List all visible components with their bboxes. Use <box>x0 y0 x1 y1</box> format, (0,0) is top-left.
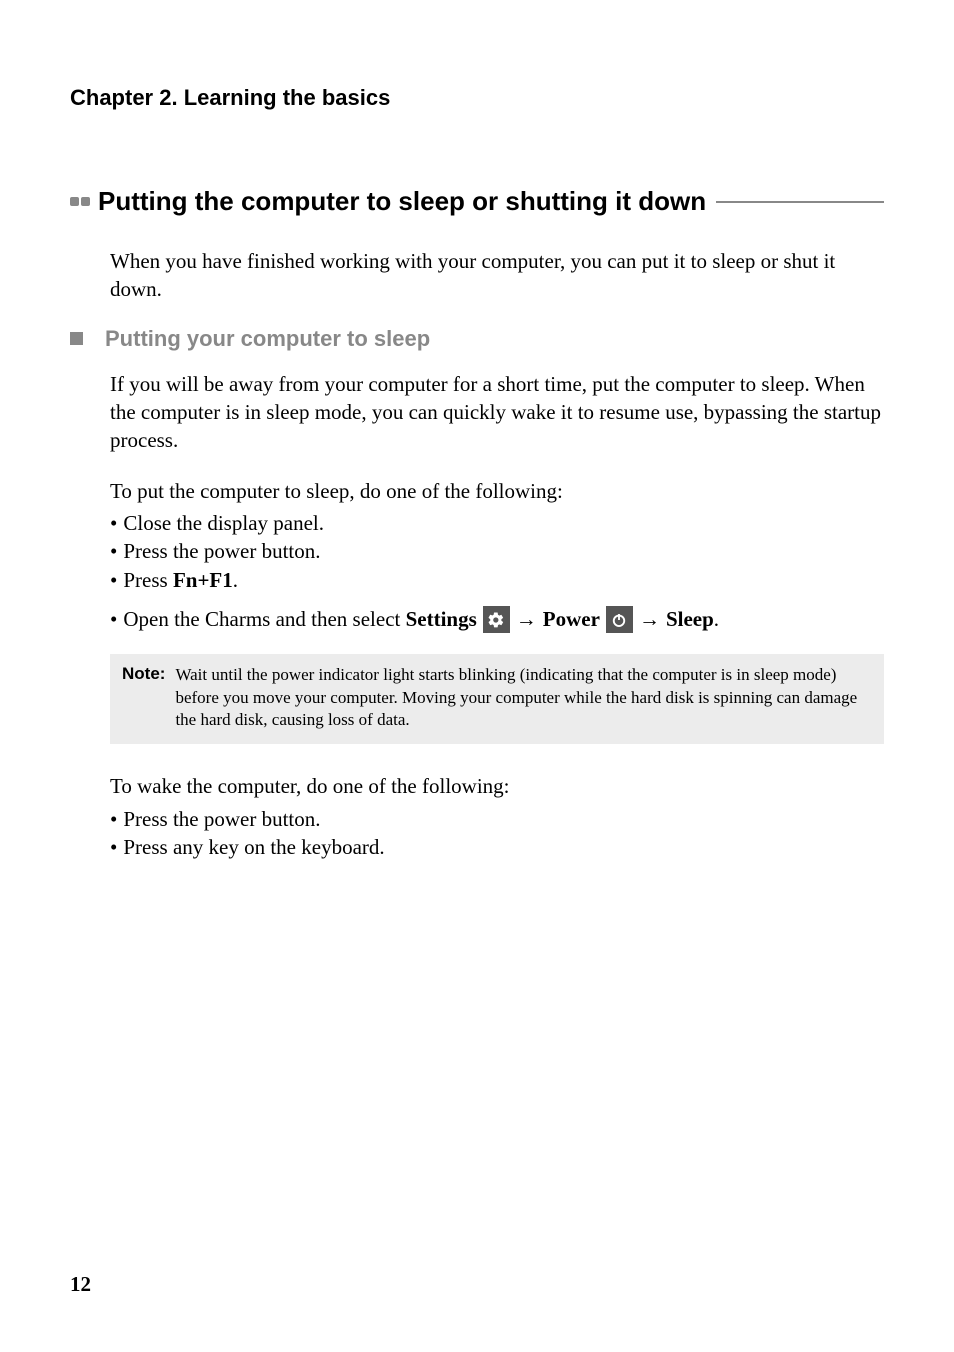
wake-instruction-lead: To wake the computer, do one of the foll… <box>110 772 884 800</box>
note-text: Wait until the power indicator light sta… <box>175 664 872 733</box>
bullet-icon: • <box>110 537 117 565</box>
note-box: Note: Wait until the power indicator lig… <box>110 654 884 745</box>
list-item-text: Press the power button. <box>123 537 320 565</box>
bullet-icon: • <box>110 604 117 636</box>
note-label: Note: <box>122 664 165 684</box>
text-fragment: . <box>714 607 719 631</box>
sub-heading: Putting your computer to sleep <box>105 326 430 352</box>
main-heading-row: Putting the computer to sleep or shuttin… <box>70 186 884 217</box>
heading-rule-icon <box>716 201 884 203</box>
intro-paragraph: When you have finished working with your… <box>110 247 884 304</box>
text-fragment: Sleep. <box>666 604 719 636</box>
square-bullet-icon <box>70 332 83 345</box>
sleep-paragraph: If you will be away from your computer f… <box>110 370 884 455</box>
text-fragment: Press <box>123 568 173 592</box>
list-item-text: Press any key on the keyboard. <box>123 833 384 861</box>
list-item-text: Press the power button. <box>123 805 320 833</box>
keyboard-shortcut: Fn+F1 <box>173 568 233 592</box>
gear-icon <box>483 606 510 633</box>
bullet-icon: • <box>110 833 117 861</box>
page-number: 12 <box>70 1272 91 1297</box>
sleep-label: Sleep <box>666 607 714 631</box>
list-item-text: Close the display panel. <box>123 509 324 537</box>
text-fragment: Open the Charms and then select Settings <box>123 604 476 636</box>
power-icon <box>606 606 633 633</box>
arrow-icon: → <box>516 604 537 636</box>
wake-bullet-list: • Press the power button. • Press any ke… <box>110 805 884 862</box>
text-fragment: . <box>233 568 238 592</box>
settings-label: Settings <box>406 607 477 631</box>
list-item: • Press any key on the keyboard. <box>110 833 884 861</box>
heading-bullets-icon <box>70 197 90 206</box>
bullet-icon: • <box>110 509 117 537</box>
list-item-text: Press Fn+F1. <box>123 566 238 594</box>
list-item: • Press Fn+F1. <box>110 566 884 594</box>
list-item: • Press the power button. <box>110 537 884 565</box>
chapter-header: Chapter 2. Learning the basics <box>70 85 884 111</box>
text-fragment: Open the Charms and then select <box>123 607 405 631</box>
main-heading: Putting the computer to sleep or shuttin… <box>98 186 706 217</box>
sleep-bullet-list: • Close the display panel. • Press the p… <box>110 509 884 594</box>
list-item: • Press the power button. <box>110 805 884 833</box>
bullet-icon: • <box>110 805 117 833</box>
power-label: Power <box>543 604 600 636</box>
bullet-icon: • <box>110 566 117 594</box>
list-item: • Close the display panel. <box>110 509 884 537</box>
charms-instruction: • Open the Charms and then select Settin… <box>110 604 884 636</box>
sub-heading-row: Putting your computer to sleep <box>70 326 884 352</box>
arrow-icon: → <box>639 604 660 636</box>
sleep-instruction-lead: To put the computer to sleep, do one of … <box>110 477 884 505</box>
